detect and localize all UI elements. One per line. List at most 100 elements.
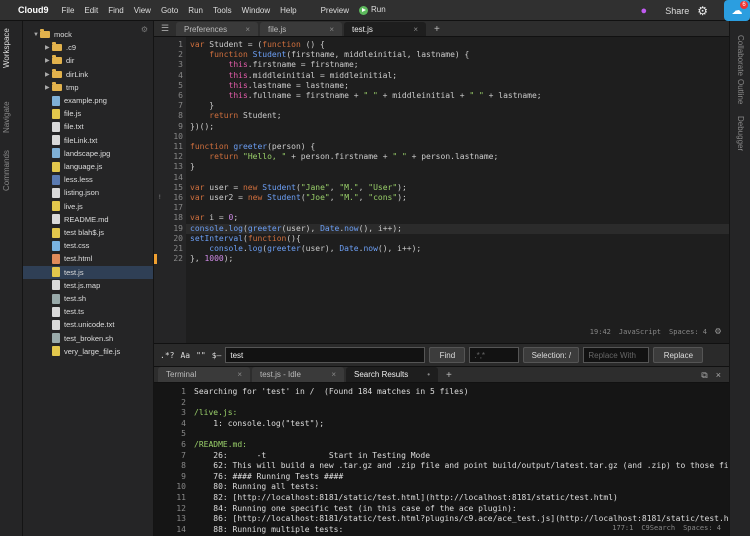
chevron-right-icon[interactable]: ▶ bbox=[45, 84, 52, 91]
code-line[interactable]: console.log(greeter(user), Date.now(), i… bbox=[186, 223, 729, 234]
close-icon[interactable]: × bbox=[237, 370, 242, 379]
tree-item[interactable]: test blah$.js bbox=[45, 226, 104, 239]
result-line[interactable]: 5 bbox=[154, 429, 729, 440]
result-line[interactable]: 12 84: Running one specific test (in thi… bbox=[154, 504, 729, 515]
gear-icon[interactable]: ⚙ bbox=[715, 326, 721, 337]
chevron-down-icon[interactable]: ▼ bbox=[33, 32, 40, 38]
warning-marker-icon[interactable]: ! bbox=[158, 194, 162, 201]
new-tab-button[interactable]: + bbox=[428, 22, 446, 36]
tab-test-js-idle[interactable]: test.js - Idle × bbox=[252, 367, 344, 382]
tree-settings-icon[interactable]: ⚙ bbox=[141, 25, 148, 34]
result-line[interactable]: 1 Searching for 'test' in / (Found 184 ma… bbox=[154, 387, 729, 398]
code-line[interactable]: return "Hello, " + person.firstname + " … bbox=[190, 152, 498, 162]
tree-item[interactable]: test.css bbox=[45, 239, 89, 252]
code-line[interactable]: var user2 = new Student("Joe", "M.", "co… bbox=[190, 193, 407, 203]
code-line[interactable]: console.log(greeter(user), Date.now(), i… bbox=[190, 244, 421, 254]
code-line[interactable]: setInterval(function(){ bbox=[190, 234, 301, 244]
tab-preferences[interactable]: Preferences × bbox=[176, 22, 258, 36]
code-line[interactable]: })(); bbox=[190, 122, 214, 132]
replace-button[interactable]: Replace bbox=[653, 347, 704, 363]
search-input[interactable]: test bbox=[225, 347, 426, 363]
rail-navigate[interactable]: Navigate bbox=[2, 101, 11, 133]
tree-item[interactable]: language.js bbox=[45, 160, 102, 173]
rail-debugger[interactable]: Debugger bbox=[736, 116, 745, 151]
chevron-right-icon[interactable]: ▶ bbox=[45, 71, 52, 78]
tree-item[interactable]: ▶ .c9 bbox=[45, 41, 76, 54]
indent-setting[interactable]: Spaces: 4 bbox=[669, 328, 707, 336]
code-line[interactable]: return Student; bbox=[190, 111, 281, 121]
language-mode[interactable]: C9Search bbox=[641, 524, 675, 532]
code-line[interactable]: function Student(firstname, middleinitia… bbox=[190, 50, 469, 60]
find-button[interactable]: Find bbox=[429, 347, 466, 363]
chevron-right-icon[interactable]: ▶ bbox=[45, 57, 52, 64]
case-toggle[interactable]: Aa bbox=[180, 351, 190, 360]
replace-input[interactable]: Replace With bbox=[583, 347, 650, 363]
result-line[interactable]: 6/README.md: bbox=[154, 440, 729, 451]
menu-window[interactable]: Window bbox=[237, 6, 275, 15]
code-line[interactable]: this.lastname = lastname; bbox=[190, 81, 349, 91]
result-line[interactable]: 10 80: Running all tests: bbox=[154, 482, 729, 493]
language-mode[interactable]: JavaScript bbox=[619, 328, 661, 336]
menu-find[interactable]: Find bbox=[103, 6, 129, 15]
menu-tools[interactable]: Tools bbox=[208, 6, 237, 15]
rail-collaborate[interactable]: Collaborate bbox=[736, 35, 745, 76]
share-button[interactable]: Share bbox=[665, 6, 689, 16]
close-icon[interactable]: × bbox=[329, 25, 334, 34]
cloud9-account-button[interactable]: ☁ 6 bbox=[724, 0, 750, 21]
result-line[interactable]: 9 76: #### Running Tests #### bbox=[154, 472, 729, 483]
close-icon[interactable]: × bbox=[413, 25, 418, 34]
code-line[interactable]: }, 1000); bbox=[190, 254, 233, 264]
close-icon[interactable]: × bbox=[331, 370, 336, 379]
tree-item[interactable]: fileLink.txt bbox=[45, 134, 97, 147]
menu-file[interactable]: File bbox=[57, 6, 80, 15]
search-results-panel[interactable]: 15 90: [http://localhost:8181/static/tes… bbox=[154, 383, 729, 536]
tree-item[interactable]: live.js bbox=[45, 200, 83, 213]
gear-icon[interactable]: ⚙ bbox=[697, 4, 708, 18]
code-line[interactable]: this.firstname = firstname; bbox=[190, 60, 359, 70]
tree-item[interactable]: README.md bbox=[45, 213, 109, 226]
run-button[interactable]: Run bbox=[354, 5, 391, 15]
code-line[interactable]: var user = new Student("Jane", "M.", "Us… bbox=[190, 183, 407, 193]
close-icon[interactable]: × bbox=[245, 25, 250, 34]
rail-commands[interactable]: Commands bbox=[2, 150, 11, 191]
menu-edit[interactable]: Edit bbox=[79, 6, 103, 15]
tab-menu-icon[interactable]: ☰ bbox=[154, 20, 176, 36]
ghost-icon[interactable]: ● bbox=[641, 5, 648, 17]
menu-view[interactable]: View bbox=[129, 6, 156, 15]
code-line[interactable]: var i = 0; bbox=[190, 213, 238, 223]
tab-file-js[interactable]: file.js × bbox=[260, 22, 342, 36]
maximize-icon[interactable]: ⧉ bbox=[701, 370, 707, 380]
regex-toggle[interactable]: .*? bbox=[160, 351, 174, 360]
new-panel-tab-button[interactable]: + bbox=[440, 368, 458, 382]
tab-search-results[interactable]: Search Results • bbox=[346, 367, 438, 382]
tree-item[interactable]: ▼ mock bbox=[33, 28, 72, 41]
tree-item[interactable]: test.unicode.txt bbox=[45, 318, 114, 331]
code-editor[interactable]: 1 2 3 4 5 6 7 8 9 10 11 12 13 14 15 16! 17 18 19 20 21 22 var… bbox=[154, 37, 729, 343]
search-filter-input[interactable]: .*,* bbox=[469, 347, 520, 363]
result-line[interactable]: 7 26: -t Start in Testing Mode bbox=[154, 451, 729, 462]
tree-item[interactable]: less.less bbox=[45, 173, 93, 186]
tree-item[interactable]: file.txt bbox=[45, 120, 84, 133]
tree-item[interactable]: file.js bbox=[45, 107, 81, 120]
tree-item[interactable]: test.ts bbox=[45, 305, 84, 318]
tree-item[interactable]: test_broken.sh bbox=[45, 332, 113, 345]
tree-item[interactable]: test.js.map bbox=[45, 279, 100, 292]
tree-item[interactable]: ▶ dir bbox=[45, 54, 74, 67]
menu-run[interactable]: Run bbox=[183, 6, 208, 15]
result-line[interactable]: 2 bbox=[154, 398, 729, 409]
result-line[interactable]: 11 82: [http://localhost:8181/static/tes… bbox=[154, 493, 729, 504]
tree-item[interactable]: landscape.jpg bbox=[45, 147, 110, 160]
result-line[interactable]: 4 1: console.log("test"); bbox=[154, 419, 729, 430]
rail-outline[interactable]: Outline bbox=[736, 79, 745, 104]
code-line[interactable]: var Student = (function () { bbox=[190, 40, 325, 50]
indent-setting[interactable]: Spaces: 4 bbox=[683, 524, 721, 532]
code-line[interactable]: this.fullname = firstname + " " + middle… bbox=[190, 91, 542, 101]
code-line[interactable]: this.middleinitial = middleinitial; bbox=[190, 71, 398, 81]
close-icon[interactable]: × bbox=[716, 370, 721, 380]
chevron-right-icon[interactable]: ▶ bbox=[45, 44, 52, 51]
tab-test-js[interactable]: test.js × bbox=[344, 22, 426, 36]
code-line[interactable]: } bbox=[190, 101, 214, 111]
tree-item[interactable]: example.png bbox=[45, 94, 107, 107]
code-line[interactable]: } bbox=[190, 162, 195, 172]
menu-help[interactable]: Help bbox=[275, 6, 301, 15]
